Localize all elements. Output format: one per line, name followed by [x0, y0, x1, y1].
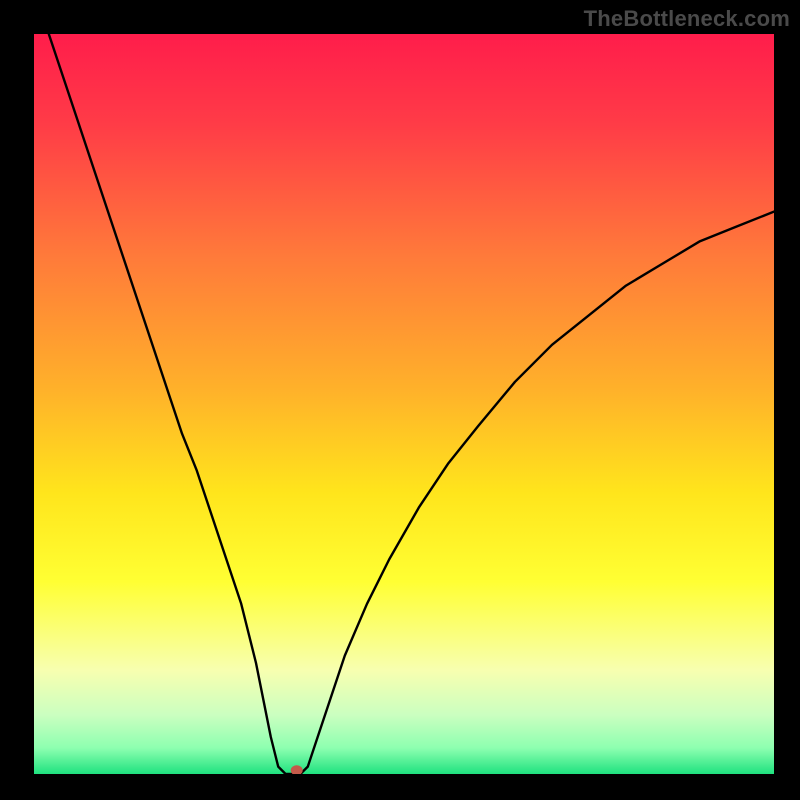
chart-frame: TheBottleneck.com	[0, 0, 800, 800]
watermark-text: TheBottleneck.com	[584, 6, 790, 32]
gradient-plot-area	[34, 34, 774, 774]
gradient-rect	[34, 34, 774, 774]
